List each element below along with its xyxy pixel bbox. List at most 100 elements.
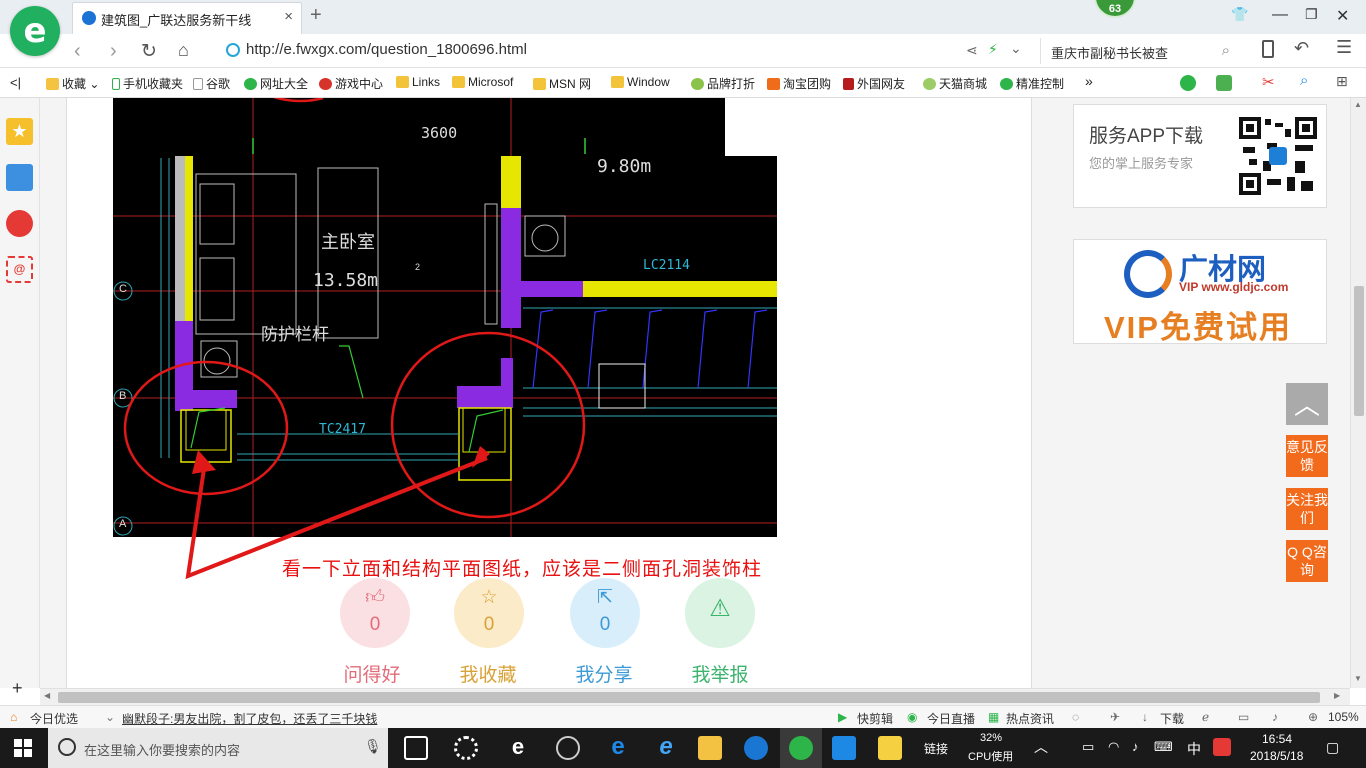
horizontal-scrollbar[interactable]: ◀ ▶ <box>40 688 1350 705</box>
address-bar[interactable]: http://e.fwxgx.com/question_1800696.html… <box>218 38 1022 64</box>
windows-start-icon[interactable] <box>14 739 32 757</box>
shirt-icon[interactable]: 👕 <box>1231 6 1248 23</box>
pin-icon[interactable]: ✈ <box>1110 710 1120 724</box>
glodon-app-icon[interactable] <box>744 736 768 760</box>
bookmark-item[interactable]: 谷歌 <box>193 75 230 92</box>
bookmark-item[interactable]: 淘宝团购 <box>767 75 831 92</box>
search-box[interactable]: 重庆市副秘书长被查 ⌕ <box>1040 38 1240 64</box>
bookmark-item[interactable]: 品牌打折 <box>691 75 755 92</box>
undo-icon[interactable]: ↶ <box>1294 38 1309 59</box>
sogou-ime-icon[interactable] <box>1213 738 1231 756</box>
battery-icon[interactable]: ▭ <box>1082 739 1094 755</box>
home-icon[interactable]: ⌂ <box>178 40 189 61</box>
forward-icon[interactable]: › <box>110 40 117 63</box>
share-icon[interactable]: ⋖ <box>966 42 978 59</box>
bookmark-item[interactable]: Microsof <box>452 75 513 89</box>
feedback-button[interactable]: 意见反馈 <box>1286 435 1328 477</box>
bookmark-item[interactable]: Links <box>396 75 440 89</box>
sidebar-toggle-icon[interactable]: <| <box>10 75 21 90</box>
window-icon[interactable]: ▭ <box>1238 710 1249 724</box>
chevron-down-icon[interactable]: ⌄ <box>105 710 115 724</box>
clock-time[interactable]: 16:54 <box>1262 732 1292 746</box>
browser-tab[interactable]: 建筑图_广联达服务新干线 × <box>72 2 302 34</box>
lightning-icon[interactable]: ⚡ <box>988 41 998 58</box>
taskbar-search-placeholder[interactable]: 在这里输入你要搜索的内容 <box>84 740 240 759</box>
bookmark-item[interactable]: 网址大全 <box>244 75 308 92</box>
tab-close-icon[interactable]: × <box>284 8 293 25</box>
report-button[interactable]: ⚠ <box>685 578 755 648</box>
ie-icon[interactable]: e <box>654 735 678 760</box>
microphone-icon[interactable]: 🎙︎ <box>364 738 382 755</box>
sogou-browser-icon[interactable] <box>556 736 580 760</box>
scroll-down-icon[interactable]: ▼ <box>1354 674 1362 683</box>
ime-indicator[interactable]: 中 <box>1187 739 1201 759</box>
back-to-top-button[interactable]: ︿ <box>1286 383 1328 425</box>
news-ticker-link[interactable]: 幽默段子:男友出院，割了皮包，还丢了三千块钱 <box>122 710 377 727</box>
address-url[interactable]: http://e.fwxgx.com/question_1800696.html <box>246 41 527 58</box>
weibo-icon[interactable] <box>6 210 33 237</box>
bookmark-item[interactable]: 收藏 ⌄ <box>46 75 99 92</box>
vertical-scrollbar[interactable]: ▲ ▼ <box>1350 98 1366 688</box>
scroll-up-icon[interactable]: ▲ <box>1354 100 1362 109</box>
scissors-icon[interactable]: ✂ <box>1262 73 1275 91</box>
ad-banner[interactable]: 广材网 VIP www.gldjc.com VIP免费试用 <box>1073 239 1327 345</box>
today-pick-label[interactable]: 今日优选 <box>30 710 78 727</box>
like-button[interactable]: 👍︎ 0 <box>340 578 410 648</box>
favorites-star-icon[interactable]: ★ <box>6 118 33 145</box>
accelerate-icon[interactable]: ◌ <box>1072 710 1079 724</box>
notepad-icon[interactable] <box>878 736 902 760</box>
vertical-scroll-thumb[interactable] <box>1354 286 1364 416</box>
taskbar-link-label[interactable]: 链接 <box>924 740 948 757</box>
minimize-icon[interactable]: — <box>1272 6 1288 24</box>
browser-e-icon[interactable]: e <box>506 736 530 760</box>
hot-news-link[interactable]: 热点资讯 <box>1006 710 1054 727</box>
file-explorer-icon[interactable] <box>698 736 722 760</box>
refresh-icon[interactable]: ↻ <box>141 40 157 63</box>
ie-mode-icon[interactable]: ℯ <box>1202 710 1209 724</box>
mail-at-icon[interactable]: @ <box>6 256 33 283</box>
menu-icon[interactable]: ☰ <box>1336 37 1352 58</box>
scroll-right-icon[interactable]: ▶ <box>1334 691 1340 700</box>
share-button[interactable]: ⇱ 0 <box>570 578 640 648</box>
bookmark-item[interactable]: Window <box>611 75 670 89</box>
new-tab-button[interactable]: + <box>310 4 322 27</box>
shield-icon[interactable] <box>1180 75 1196 91</box>
notification-badge[interactable]: 63 <box>1094 0 1136 18</box>
chevron-down-icon[interactable]: ⌄ <box>1010 40 1022 57</box>
collect-label[interactable]: 我收藏 <box>443 660 533 687</box>
horizontal-scroll-thumb[interactable] <box>58 692 1320 703</box>
live-link[interactable]: 今日直播 <box>927 710 975 727</box>
back-icon[interactable]: ‹ <box>74 40 81 63</box>
report-label[interactable]: 我举报 <box>675 660 765 687</box>
search-input[interactable]: 重庆市副秘书长被查 <box>1051 43 1168 62</box>
magnify-icon[interactable]: ⌕ <box>1300 72 1308 89</box>
download-link[interactable]: 下载 <box>1160 710 1184 727</box>
task-view-icon[interactable] <box>404 736 428 760</box>
scroll-left-icon[interactable]: ◀ <box>44 691 50 700</box>
add-icon[interactable]: + <box>12 678 23 699</box>
qq-consult-button[interactable]: Q Q咨询 <box>1286 540 1328 582</box>
quick-clip-link[interactable]: 快剪辑 <box>857 710 893 727</box>
volume-icon[interactable]: ♪ <box>1132 739 1139 754</box>
restore-icon[interactable]: ❐ <box>1305 6 1318 23</box>
app-download-card[interactable]: 服务APP下载 您的掌上服务专家 <box>1073 104 1327 208</box>
search-icon[interactable]: ⌕ <box>1222 42 1230 59</box>
follow-us-button[interactable]: 关注我们 <box>1286 488 1328 530</box>
active-app-tile[interactable] <box>780 728 822 768</box>
phone-icon[interactable] <box>1262 40 1274 58</box>
bookmark-item[interactable]: 外国网友 <box>843 75 905 92</box>
fan-app-icon[interactable] <box>454 736 478 760</box>
apps-grid-icon[interactable]: ⊞ <box>1336 73 1348 90</box>
translate-icon[interactable] <box>1216 75 1232 91</box>
notification-center-icon[interactable]: ▢ <box>1326 739 1339 756</box>
bookmark-item[interactable]: 游戏中心 <box>319 75 383 92</box>
like-label[interactable]: 问得好 <box>327 660 417 687</box>
edge-icon[interactable]: e <box>606 735 630 760</box>
reader-list-icon[interactable] <box>6 164 33 191</box>
clock-date[interactable]: 2018/5/18 <box>1250 749 1303 763</box>
bookmark-item[interactable]: MSN 网 <box>533 75 591 92</box>
bookmark-item[interactable]: 精准控制 <box>1000 75 1064 92</box>
collect-button[interactable]: ☆ 0 <box>454 578 524 648</box>
chevron-up-icon[interactable]: ︿ <box>1034 737 1048 757</box>
zoom-level[interactable]: 105% <box>1328 710 1359 724</box>
